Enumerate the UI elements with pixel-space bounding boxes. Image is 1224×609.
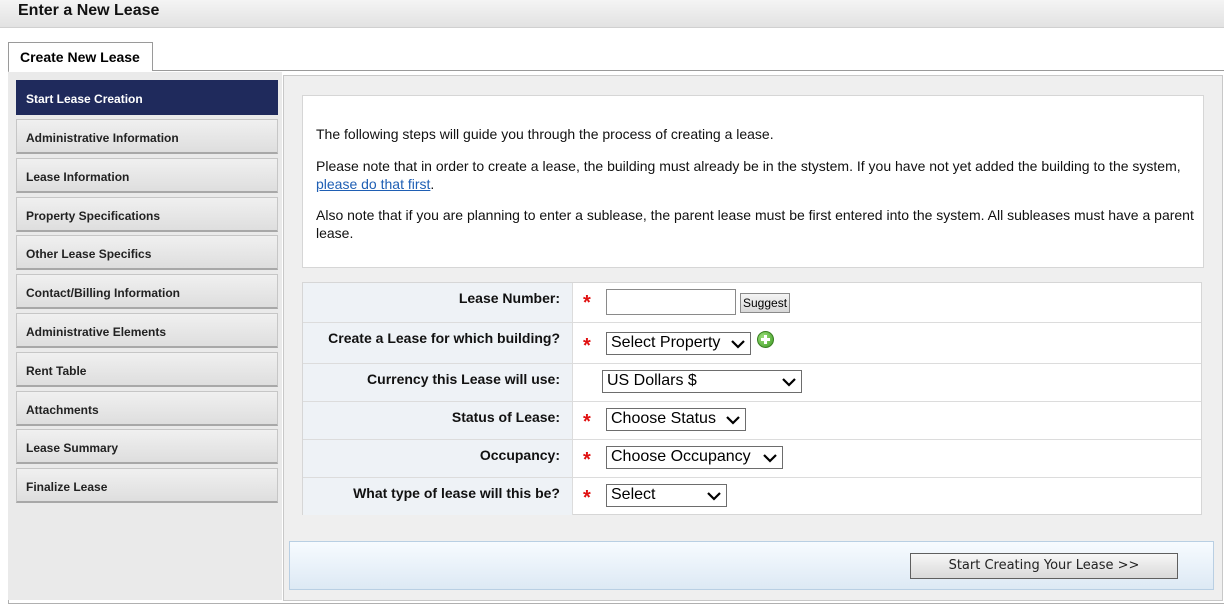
building-select-value: Select Property	[611, 334, 721, 351]
required-marker: *	[583, 335, 591, 357]
form-row-occupancy: Occupancy: * Choose Occupancy	[303, 440, 1201, 478]
label-cell: Lease Number:	[303, 283, 573, 322]
chevron-down-icon	[763, 454, 777, 463]
sidebar-item-lease-summary[interactable]: Lease Summary	[16, 429, 278, 464]
required-marker: *	[583, 411, 591, 433]
label-cell: Occupancy:	[303, 440, 573, 477]
occupancy-select-value: Choose Occupancy	[611, 448, 751, 465]
lease-type-select[interactable]: Select	[606, 484, 727, 507]
required-marker: *	[583, 487, 591, 509]
form-row-status: Status of Lease: * Choose Status	[303, 402, 1201, 440]
chevron-down-icon	[731, 340, 745, 349]
occupancy-label: Occupancy:	[479, 447, 560, 463]
add-building-link[interactable]: please do that first	[316, 176, 430, 192]
sidebar-item-administrative-information[interactable]: Administrative Information	[16, 119, 278, 154]
currency-select[interactable]: US Dollars $	[602, 370, 802, 393]
sidebar-item-lease-information[interactable]: Lease Information	[16, 158, 278, 193]
intro-text-3: Also note that if you are planning to en…	[316, 207, 1194, 241]
intro-text-2-end: .	[430, 176, 435, 192]
label-cell: Status of Lease:	[303, 402, 573, 439]
label-cell: Currency this Lease will use:	[303, 364, 573, 401]
sidebar-item-contact-billing-information[interactable]: Contact/Billing Information	[16, 274, 278, 309]
required-marker: *	[583, 292, 591, 314]
lease-number-label: Lease Number:	[458, 290, 560, 306]
lease-form: Lease Number: * Suggest Create a Lease f…	[302, 282, 1202, 515]
status-select-value: Choose Status	[611, 410, 716, 427]
add-property-icon[interactable]	[757, 331, 774, 348]
start-creating-lease-button[interactable]: Start Creating Your Lease >>	[910, 553, 1178, 579]
form-row-currency: Currency this Lease will use: US Dollars…	[303, 364, 1201, 402]
chevron-down-icon	[782, 378, 796, 387]
lease-type-select-value: Select	[611, 486, 656, 503]
sidebar-item-rent-table[interactable]: Rent Table	[16, 352, 278, 387]
suggest-button[interactable]: Suggest	[740, 293, 791, 313]
page-title: Enter a New Lease	[18, 2, 160, 19]
currency-select-value: US Dollars $	[607, 372, 697, 389]
label-cell: What type of lease will this be?	[303, 478, 573, 515]
occupancy-select[interactable]: Choose Occupancy	[606, 446, 783, 469]
sidebar-item-finalize-lease[interactable]: Finalize Lease	[16, 468, 278, 503]
status-label: Status of Lease:	[451, 409, 560, 425]
intro-text-2: Please note that in order to create a le…	[316, 157, 1196, 193]
building-select[interactable]: Select Property	[606, 332, 751, 355]
chevron-down-icon	[707, 492, 721, 501]
sidebar: Start Lease Creation Administrative Info…	[8, 72, 282, 600]
form-row-lease-number: Lease Number: * Suggest	[303, 283, 1201, 323]
lease-type-label: What type of lease will this be?	[353, 485, 560, 501]
chevron-down-icon	[726, 416, 740, 425]
required-marker: *	[583, 449, 591, 471]
building-label: Create a Lease for which building?	[328, 330, 560, 346]
sidebar-item-property-specifications[interactable]: Property Specifications	[16, 197, 278, 232]
sidebar-item-other-lease-specifics[interactable]: Other Lease Specifics	[16, 235, 278, 270]
lease-number-input[interactable]	[606, 289, 736, 315]
label-cell: Create a Lease for which building?	[303, 323, 573, 363]
tab-create-new-lease[interactable]: Create New Lease	[8, 42, 153, 71]
status-select[interactable]: Choose Status	[606, 408, 746, 431]
intro-text-2-start: Please note that in order to create a le…	[316, 158, 1181, 174]
form-row-lease-type: What type of lease will this be? * Selec…	[303, 478, 1201, 515]
tab-divider	[8, 70, 1224, 71]
currency-label: Currency this Lease will use:	[367, 371, 560, 387]
sidebar-item-attachments[interactable]: Attachments	[16, 391, 278, 426]
sidebar-item-start-lease-creation[interactable]: Start Lease Creation	[16, 80, 278, 115]
form-row-building: Create a Lease for which building? * Sel…	[303, 323, 1201, 364]
intro-panel: The following steps will guide you throu…	[302, 95, 1204, 268]
page-header: Enter a New Lease	[0, 0, 1224, 28]
intro-text-1: The following steps will guide you throu…	[316, 126, 774, 142]
sidebar-item-administrative-elements[interactable]: Administrative Elements	[16, 313, 278, 348]
